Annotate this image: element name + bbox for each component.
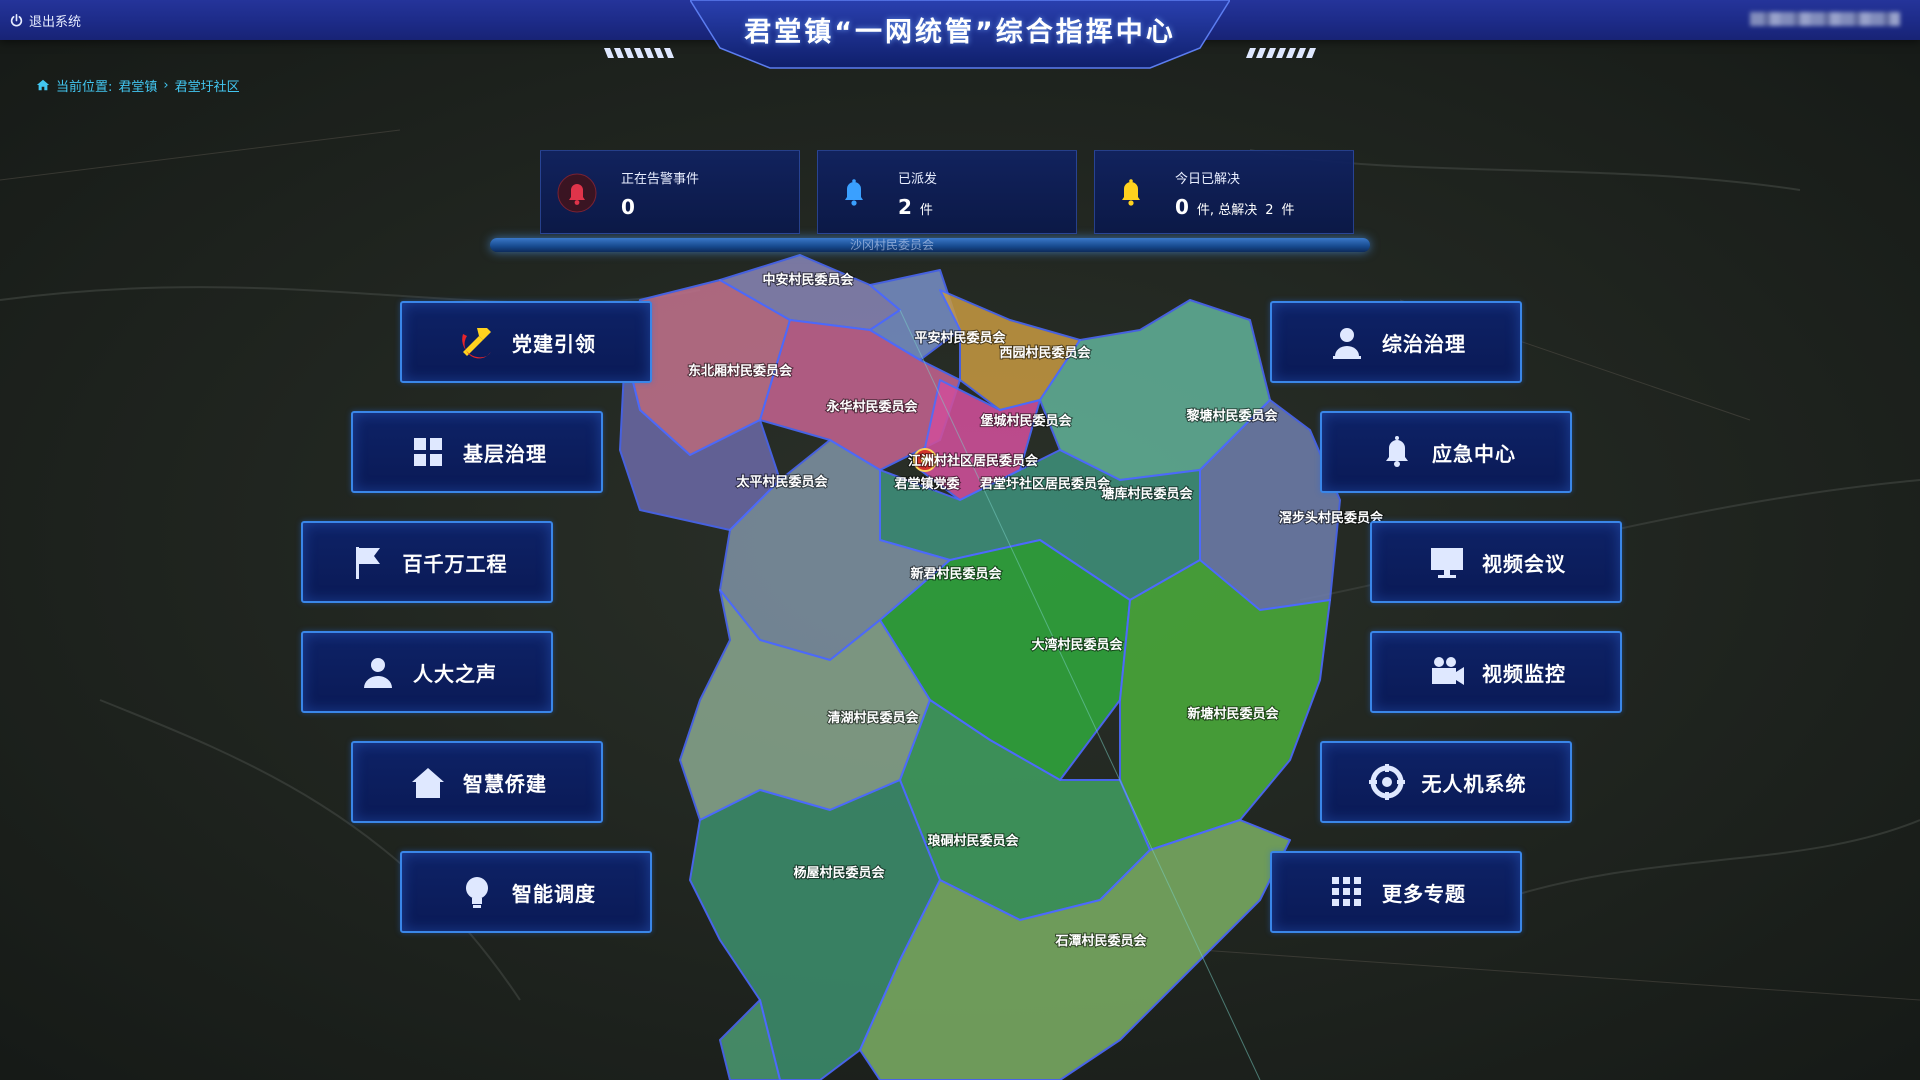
hammer-sickle-icon bbox=[456, 321, 498, 363]
menu-smart-dispatch[interactable]: 智能调度 bbox=[400, 851, 652, 933]
bell-icon bbox=[1376, 431, 1418, 473]
map-district-label[interactable]: 滘步头村民委员会 bbox=[1278, 509, 1385, 527]
map-district-label[interactable]: 塘库村民委员会 bbox=[1100, 485, 1194, 503]
menu-grassroots-governance[interactable]: 基层治理 bbox=[351, 411, 603, 493]
monitor-icon bbox=[1426, 541, 1468, 583]
map-district-label[interactable]: 清湖村民委员会 bbox=[826, 709, 920, 727]
menu-party-building[interactable]: 党建引领 bbox=[400, 301, 652, 383]
stat-resolved-today[interactable]: 今日已解决 0 件, 总解决 2 件 bbox=[1094, 150, 1354, 234]
map-district-label[interactable]: 太平村民委员会 bbox=[734, 473, 829, 491]
menu-more-topics[interactable]: 更多专题 bbox=[1270, 851, 1522, 933]
stat-alarm-events[interactable]: 正在告警事件 0 bbox=[540, 150, 800, 234]
menu-label: 综治治理 bbox=[1382, 331, 1466, 356]
bell-icon bbox=[1122, 179, 1140, 206]
stat-value: 0 件, 总解决 2 件 bbox=[1175, 195, 1295, 219]
menu-label: 百千万工程 bbox=[402, 551, 508, 576]
map-district-label[interactable]: 东北厢村民委员会 bbox=[687, 362, 794, 380]
breadcrumb-prefix: 当前位置: bbox=[56, 79, 113, 95]
menu-smart-overseas[interactable]: 智慧侨建 bbox=[351, 741, 603, 823]
menu-project[interactable]: 百千万工程 bbox=[301, 521, 553, 603]
map-district-label[interactable]: 堡城村民委员会 bbox=[979, 412, 1073, 430]
map-district-label[interactable]: 大湾村民委员会 bbox=[1030, 636, 1124, 654]
menu-label: 智慧侨建 bbox=[463, 771, 547, 796]
map-district-label[interactable]: 杨屋村民委员会 bbox=[792, 864, 886, 882]
map-district-label[interactable]: 黎塘村民委员会 bbox=[1185, 407, 1279, 425]
breadcrumb-item-town[interactable]: 君堂镇 bbox=[118, 76, 157, 95]
breadcrumb: 当前位置: 君堂镇 › 君堂圩社区 bbox=[36, 76, 240, 95]
menu-label: 党建引领 bbox=[512, 331, 596, 356]
menu-label: 智能调度 bbox=[512, 881, 596, 906]
menu-label: 应急中心 bbox=[1432, 441, 1516, 466]
alarm-bell-icon bbox=[557, 173, 597, 213]
stats-panel: 沙冈村民委员会 正在告警事件 0 已派发 2件 今日已解决 0 件, 总解决 2… bbox=[490, 150, 1390, 260]
title-stripes-right bbox=[1246, 48, 1316, 58]
title-stripes-left bbox=[604, 48, 674, 58]
map-district-label[interactable]: 平安村民委员会 bbox=[913, 329, 1007, 347]
lightbulb-icon bbox=[456, 871, 498, 913]
map-district-label[interactable]: 琅硐村民委员会 bbox=[926, 832, 1020, 850]
menu-label: 基层治理 bbox=[463, 441, 547, 466]
menu-comprehensive-governance[interactable]: 综治治理 bbox=[1270, 301, 1522, 383]
stat-dispatched[interactable]: 已派发 2件 bbox=[817, 150, 1077, 234]
house-icon bbox=[407, 761, 449, 803]
drone-icon bbox=[1366, 761, 1408, 803]
power-icon bbox=[10, 13, 23, 26]
map-district-label[interactable]: 中安村民委员会 bbox=[761, 271, 855, 289]
stats-base-label: 沙冈村民委员会 bbox=[850, 238, 935, 252]
page-title: 君堂镇“一网统管”综合指挥中心 bbox=[744, 17, 1176, 48]
dashboard-screen: 中安村民委员会平安村民委员会 西园村民委员会东北厢村民委员会永华村民委员会堡城村民… bbox=[0, 0, 1920, 1080]
stat-value: 2件 bbox=[898, 195, 933, 219]
menu-video-surveillance[interactable]: 视频监控 bbox=[1370, 631, 1622, 713]
menu-label: 视频会议 bbox=[1482, 551, 1566, 576]
menu-video-conference[interactable]: 视频会议 bbox=[1370, 521, 1622, 603]
map-district-label[interactable]: 新塘村民委员会 bbox=[1186, 705, 1280, 723]
map-district-label[interactable]: 江洲村社区居民委员会 bbox=[907, 452, 1040, 470]
logout-label: 退出系统 bbox=[29, 14, 82, 30]
menu-label: 更多专题 bbox=[1382, 881, 1466, 906]
map-district-label[interactable]: 新君村民委员会 bbox=[909, 565, 1003, 583]
flag-icon bbox=[347, 541, 389, 583]
stat-value: 0 bbox=[621, 195, 635, 219]
grid-icon bbox=[407, 431, 449, 473]
map-district-label[interactable]: 石潭村民委员会 bbox=[1053, 932, 1148, 950]
officer-icon bbox=[1326, 321, 1368, 363]
map-district-label[interactable]: 西园村民委员会 bbox=[998, 344, 1092, 362]
menu-npc-voice[interactable]: 人大之声 bbox=[301, 631, 553, 713]
chevron-right-icon: › bbox=[163, 77, 169, 93]
stat-label: 今日已解决 bbox=[1175, 172, 1241, 187]
map-district-label[interactable]: 永华村民委员会 bbox=[824, 398, 919, 416]
logout-button[interactable]: 退出系统 bbox=[10, 10, 81, 30]
stat-label: 正在告警事件 bbox=[621, 172, 700, 187]
user-info-blurred bbox=[1750, 12, 1900, 26]
menu-label: 视频监控 bbox=[1482, 661, 1566, 686]
bell-icon bbox=[845, 179, 863, 206]
menu-emergency-center[interactable]: 应急中心 bbox=[1320, 411, 1572, 493]
camera-icon bbox=[1426, 651, 1468, 693]
home-icon bbox=[36, 79, 50, 91]
stat-label: 已派发 bbox=[898, 172, 938, 187]
map-district-label[interactable]: 君堂圩社区居民委员会 bbox=[979, 475, 1112, 493]
menu-label: 人大之声 bbox=[413, 661, 497, 686]
menu-drone-system[interactable]: 无人机系统 bbox=[1320, 741, 1572, 823]
breadcrumb-item-community[interactable]: 君堂圩社区 bbox=[175, 76, 240, 95]
person-icon bbox=[357, 651, 399, 693]
dots-grid-icon bbox=[1326, 871, 1368, 913]
stats-base: 沙冈村民委员会 bbox=[490, 238, 1370, 252]
menu-label: 无人机系统 bbox=[1421, 771, 1527, 796]
map-district-label[interactable]: 君堂镇党委 bbox=[893, 475, 960, 493]
